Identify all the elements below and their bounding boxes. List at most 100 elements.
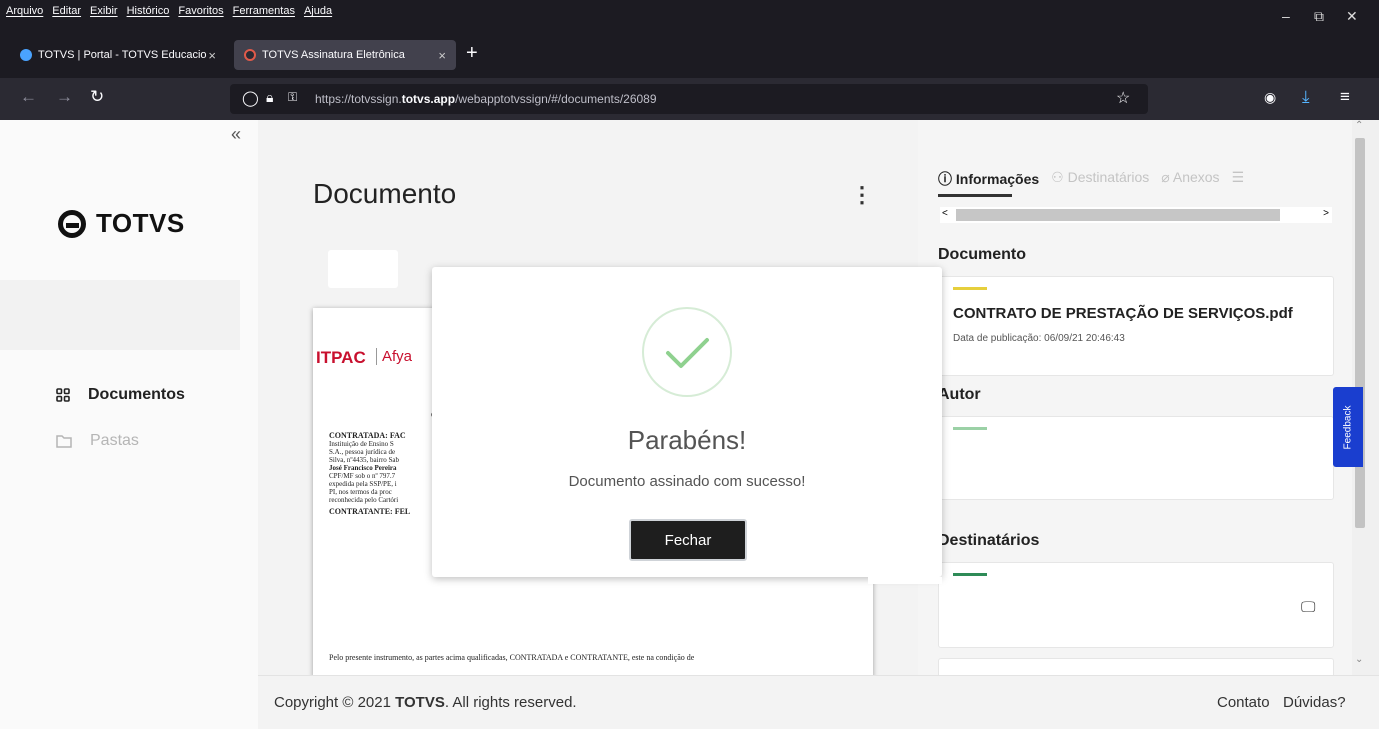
sidebar-user-area [0,280,240,350]
totvs-favicon-icon [244,49,256,61]
url-path: /webapptotvssign/#/documents/26089 [455,92,657,106]
scroll-right-arrow[interactable]: > [1323,208,1329,219]
permissions-icon[interactable]: ⚿ [288,90,297,105]
dialog-title: Parabéns! [627,425,747,455]
afya-logo: Afya [376,348,412,365]
tab-close-icon[interactable]: × [208,48,216,63]
paperclip-icon: ⌀ [1161,169,1170,185]
success-check-icon [642,307,732,397]
new-tab-button[interactable]: + [466,42,478,65]
success-dialog: Parabéns! Documento assinado com sucesso… [432,267,942,577]
status-bar [953,287,987,290]
totvs-logo: TOTVS [58,208,185,239]
more-options-icon[interactable]: ⋮ [851,182,873,208]
author-card [938,416,1334,500]
sidebar-item-label: Documentos [88,386,185,403]
menu-tools[interactable]: Ferramentas [233,5,295,17]
active-tab-indicator [938,194,1012,197]
tab-assinatura[interactable]: TOTVS Assinatura Eletrônica × [234,40,456,70]
grid-icon [56,388,70,402]
document-heading: Documento [938,246,1026,263]
url-text[interactable]: https://totvssign.totvs.app/webapptotvss… [315,92,657,106]
close-dialog-button[interactable]: Fechar [629,519,747,561]
copyright-suffix: . All rights reserved. [444,694,577,711]
menu-help[interactable]: Ajuda [304,5,332,17]
menu-view[interactable]: Exibir [90,5,118,17]
doc-line: expedida pela SSP/PE, i [329,480,397,488]
totvs-logo-icon [58,209,86,238]
tab-label: Anexos [1172,169,1220,185]
restore-button[interactable]: ⧉ [1314,8,1324,25]
scroll-up-arrow[interactable]: ⌃ [1355,120,1363,131]
doc-line: S.A., pessoa jurídica de [329,448,396,456]
tab-informacoes[interactable]: ⓘ Informações [938,169,1039,189]
navigation-bar: ← → ↻ ◯ 🔒︎ ⚿ https://totvssign.totvs.app… [0,78,1379,120]
sidebar-item-pastas[interactable]: Pastas [56,432,139,450]
modal-edge [868,577,942,584]
tab-title: TOTVS | Portal - TOTVS Educacio [38,49,207,61]
tab-title: TOTVS Assinatura Eletrônica [262,49,405,61]
bookmark-star-icon[interactable]: ☆ [1116,88,1130,108]
scroll-left-arrow[interactable]: < [942,208,948,219]
menu-history[interactable]: Histórico [127,5,170,17]
reload-icon[interactable]: ↻ [90,87,104,107]
people-icon: ⚇ [1051,169,1064,185]
sidebar-item-label: Pastas [90,432,139,449]
doc-line: PI, nos termos da proc [329,488,392,496]
sidebar: « TOTVS Documentos Pastas [0,120,258,729]
menu-file[interactable]: Arquivo [6,5,43,17]
info-tabs: ⓘ Informações ⚇ Destinatários ⌀ Anexos ☰ [938,169,1244,189]
folder-icon [56,435,72,448]
doc-line: Silva, nº4435, bairro Sab [329,456,400,464]
scrollbar-thumb[interactable] [956,209,1280,221]
copyright-brand: TOTVS [395,694,445,711]
copyright-prefix: Copyright © 2021 [274,694,396,711]
doc-line: José Francisco Pereira [329,464,397,472]
shield-icon[interactable]: ◯ [242,89,259,107]
feedback-button[interactable]: Feedback [1333,387,1363,467]
author-heading: Autor [938,386,981,403]
feedback-label: Feedback [1342,405,1354,449]
doc-line: reconhecida pelo Cartóri [329,496,399,504]
url-prefix: https://totvssign. [315,92,402,106]
tab-label: Informações [955,171,1040,187]
recipients-heading: Destinatários [938,532,1040,549]
menu-edit[interactable]: Editar [52,5,81,17]
footer: Copyright © 2021 TOTVS. All rights reser… [258,675,1379,729]
help-link[interactable]: Dúvidas? [1283,694,1346,711]
page-scrollbar-thumb[interactable] [1355,138,1365,528]
itpac-logo: ITPAC [316,348,366,367]
filters-icon[interactable]: ☰ [1232,169,1245,189]
back-arrow-icon[interactable]: ← [20,87,37,107]
hamburger-menu-icon[interactable]: ≡ [1340,87,1350,107]
tabs-scrollbar[interactable]: < > [940,207,1332,223]
menu-bookmarks[interactable]: Favoritos [178,5,223,17]
tab-destinatarios[interactable]: ⚇ Destinatários [1051,169,1149,189]
download-icon[interactable]: ⤓ [1302,87,1310,107]
publish-date: Data de publicação: 06/09/21 20:46:43 [953,333,1125,344]
minimize-button[interactable]: – [1282,8,1290,24]
doc-party-contratada: CONTRATADA: FAC [329,431,406,440]
file-name: CONTRATO DE PRESTAÇÃO DE SERVIÇOS.pdf [953,305,1293,322]
contact-link[interactable]: Contato [1217,694,1270,711]
sidebar-item-documentos[interactable]: Documentos [56,386,185,404]
pocket-icon[interactable]: ◉ [1264,89,1276,106]
tab-close-icon[interactable]: × [438,48,446,63]
lock-icon[interactable]: 🔒︎ [266,89,273,106]
close-window-button[interactable]: ✕ [1346,8,1358,25]
forward-arrow-icon[interactable]: → [56,87,73,107]
scroll-down-arrow[interactable]: ⌄ [1355,654,1363,665]
doc-bottom-text: Pelo presente instrumento, as partes aci… [329,653,695,662]
address-bar[interactable]: ◯ 🔒︎ ⚿ https://totvssign.totvs.app/webap… [230,84,1148,114]
tab-label: Destinatários [1067,169,1150,185]
menu-bar: Arquivo Editar Exibir Histórico Favorito… [0,0,1379,34]
tab-anexos[interactable]: ⌀ Anexos [1161,169,1219,189]
tab-portal[interactable]: TOTVS | Portal - TOTVS Educacio × [10,40,226,70]
document-action-button[interactable] [328,250,398,288]
document-card[interactable]: CONTRATO DE PRESTAÇÃO DE SERVIÇOS.pdf Da… [938,276,1334,376]
portal-favicon-icon [20,49,32,61]
recipient-card[interactable]: 🖵 [938,562,1334,648]
status-bar [953,573,987,576]
collapse-sidebar-icon[interactable]: « [231,124,241,145]
doc-party-contratante: CONTRATANTE: FEL [329,507,411,516]
